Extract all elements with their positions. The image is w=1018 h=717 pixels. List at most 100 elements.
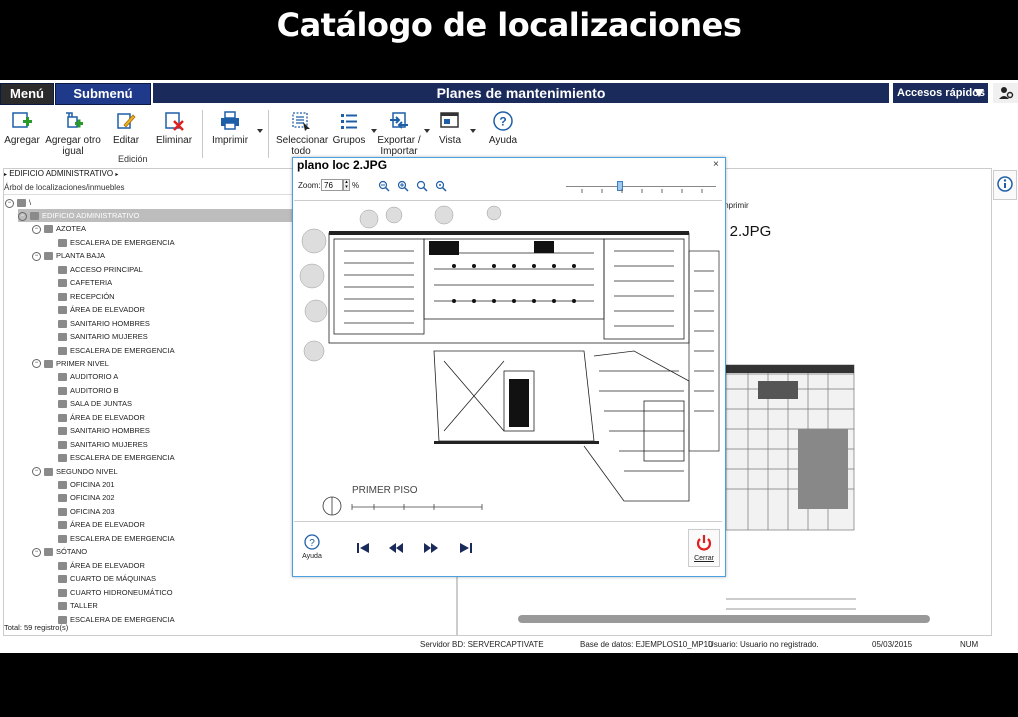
collapse-icon[interactable]: − — [32, 224, 41, 234]
tree-item[interactable]: CUARTO DE MÁQUINAS — [45, 572, 156, 585]
print-button[interactable]: Imprimir — [208, 110, 252, 146]
tree-item[interactable]: ACCESO PRINCIPAL — [45, 263, 143, 276]
tree-item[interactable]: SANITARIO MUJERES — [45, 438, 148, 451]
dialog-close-button[interactable]: Cerrar — [688, 529, 720, 567]
view-dropdown-icon[interactable] — [470, 129, 476, 133]
tree-item[interactable]: ESCALERA DE EMERGENCIA — [45, 451, 175, 464]
tree-item-label: SALA DE JUNTAS — [70, 399, 132, 409]
location-node-icon — [58, 373, 67, 382]
export-import-label: Exportar / Importar — [377, 135, 421, 157]
view-button[interactable]: Vista — [434, 110, 466, 146]
submenu-button[interactable]: Submenú — [55, 83, 151, 105]
zoom-slider[interactable] — [566, 186, 716, 187]
add-copy-icon — [66, 112, 83, 128]
menu-button[interactable]: Menú — [0, 83, 54, 105]
add-button[interactable]: Agregar — [4, 110, 40, 146]
tree-item[interactable]: ÁREA DE ELEVADOR — [45, 518, 145, 531]
zoom-label: Zoom: — [298, 181, 321, 190]
delete-button[interactable]: Eliminar — [154, 110, 194, 146]
tree-item[interactable]: AUDITORIO B — [45, 384, 119, 397]
tree-item[interactable]: SANITARIO MUJERES — [45, 330, 148, 343]
tree-item[interactable]: SALA DE JUNTAS — [45, 397, 132, 410]
zoom-spinner[interactable]: ▴ ▾ — [343, 179, 350, 191]
tree-item[interactable]: OFICINA 201 — [45, 478, 115, 491]
collapse-icon[interactable]: − — [18, 211, 27, 221]
close-icon[interactable]: × — [713, 159, 719, 170]
collapse-icon[interactable]: − — [32, 467, 41, 477]
next-page-icon[interactable] — [424, 542, 438, 554]
tree-item[interactable]: SANITARIO HOMBRES — [45, 317, 150, 330]
zoom-fit-icon[interactable] — [416, 180, 428, 192]
tree-item[interactable]: − PLANTA BAJA — [32, 249, 105, 262]
zoom-input[interactable] — [321, 179, 343, 191]
collapse-icon[interactable]: − — [32, 251, 41, 261]
tree-item[interactable]: − SÓTANO — [32, 545, 87, 558]
collapse-icon[interactable]: − — [5, 198, 14, 208]
groups-button[interactable]: Grupos — [330, 110, 368, 146]
status-database: Base de datos: EJEMPLOS10_MP10 — [580, 640, 713, 649]
tree-item[interactable]: TALLER — [45, 599, 98, 612]
location-node-icon — [44, 467, 53, 476]
tree-item[interactable]: CUARTO HIDRONEUMÁTICO — [45, 586, 173, 599]
tree-item-label: ESCALERA DE EMERGENCIA — [70, 237, 175, 247]
tree-root[interactable]: − \ — [5, 196, 31, 209]
select-all-button[interactable]: Seleccionar todo — [276, 110, 328, 157]
quick-access-dropdown[interactable]: Accesos rápidos — [893, 83, 988, 103]
floor-plan-image[interactable]: PRIMER PISO — [294, 200, 722, 522]
tree-item[interactable]: CAFETERIA — [45, 276, 112, 289]
tree-item-label: PLANTA BAJA — [56, 251, 106, 261]
zoom-out-icon[interactable] — [378, 180, 390, 192]
tree-item[interactable]: AUDITORIO A — [45, 370, 118, 383]
tree-item[interactable]: OFICINA 202 — [45, 491, 115, 504]
user-settings-icon[interactable] — [993, 83, 1018, 103]
tree-item[interactable]: ESCALERA DE EMERGENCIA — [45, 236, 175, 249]
horizontal-scrollbar[interactable] — [518, 615, 930, 623]
tree-item-label: CAFETERIA — [70, 278, 113, 288]
info-button[interactable] — [993, 170, 1017, 200]
record-count: Total: 59 registro(s) — [4, 623, 69, 632]
print-label: Imprimir — [211, 135, 249, 146]
tree-item-label: ÁREA DE ELEVADOR — [70, 520, 145, 530]
tree-item-label: TALLER — [70, 601, 98, 611]
export-import-icon — [390, 112, 408, 129]
collapse-icon[interactable]: − — [32, 359, 41, 369]
view-window-icon — [440, 112, 459, 128]
add-same-button[interactable]: Agregar otro igual — [44, 110, 102, 157]
tree-item[interactable]: RECEPCIÓN — [45, 290, 115, 303]
last-page-icon[interactable] — [459, 542, 473, 554]
tree-item[interactable]: − SEGUNDO NIVEL — [32, 465, 118, 478]
collapse-icon[interactable]: − — [32, 547, 41, 557]
tree-item[interactable]: ESCALERA DE EMERGENCIA — [45, 532, 175, 545]
zoom-in-icon[interactable] — [397, 180, 409, 192]
tree-item[interactable]: ÁREA DE ELEVADOR — [45, 411, 145, 424]
dialog-help-button[interactable]: ? Ayuda — [302, 533, 322, 561]
breadcrumb-item[interactable]: EDIFICIO ADMINISTRATIVO — [9, 169, 113, 178]
tree-item[interactable]: ESCALERA DE EMERGENCIA — [45, 344, 175, 357]
edit-button[interactable]: Editar — [110, 110, 142, 146]
location-node-icon — [58, 292, 67, 301]
tree-item[interactable]: OFICINA 203 — [45, 505, 115, 518]
location-node-icon — [58, 481, 67, 490]
location-node-icon — [58, 440, 67, 449]
tree-item[interactable]: ÁREA DE ELEVADOR — [45, 303, 145, 316]
print-dropdown-icon[interactable] — [257, 129, 263, 133]
export-dropdown-icon[interactable] — [424, 129, 430, 133]
location-node-icon — [58, 306, 67, 315]
tree-item[interactable]: − AZOTEA — [32, 222, 86, 235]
help-button[interactable]: ? Ayuda — [486, 110, 520, 146]
tree-item-label: SANITARIO HOMBRES — [70, 318, 150, 328]
location-node-icon — [58, 602, 67, 611]
tree-item-label: CUARTO DE MÁQUINAS — [70, 574, 156, 584]
tree-item-label: AUDITORIO A — [70, 372, 119, 382]
location-node-icon — [58, 534, 67, 543]
first-page-icon[interactable] — [356, 542, 370, 554]
export-import-button[interactable]: Exportar / Importar — [376, 110, 422, 157]
edit-label: Editar — [112, 135, 140, 146]
tree-item[interactable]: ÁREA DE ELEVADOR — [45, 559, 145, 572]
tree-item[interactable]: SANITARIO HOMBRES — [45, 424, 150, 437]
zoom-actual-icon[interactable] — [435, 180, 447, 192]
svg-text:?: ? — [309, 538, 315, 549]
tree-item[interactable]: − PRIMER NIVEL — [32, 357, 109, 370]
previous-page-icon[interactable] — [389, 542, 403, 554]
location-node-icon — [58, 265, 67, 274]
